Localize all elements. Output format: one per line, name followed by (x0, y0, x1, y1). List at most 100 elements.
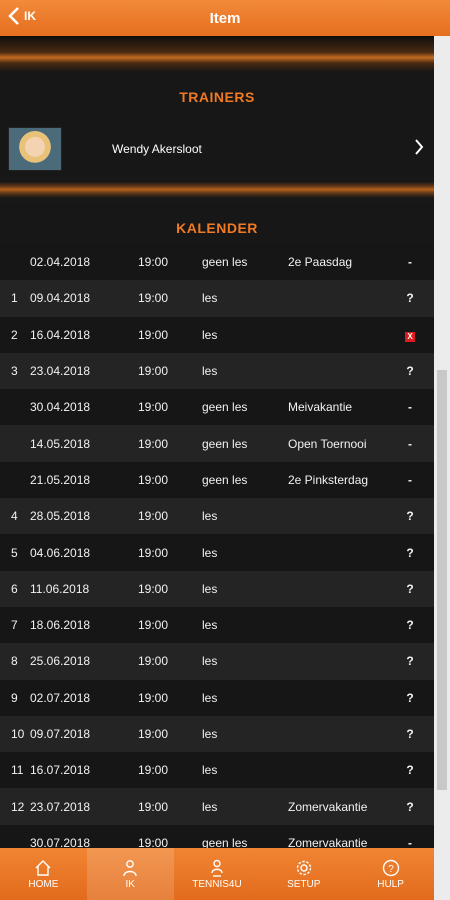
row-time: 19:00 (138, 654, 169, 669)
list-item[interactable]: 10 09.07.2018 19:00 les? (0, 715, 434, 753)
cancelled-mark: X (405, 331, 415, 342)
row-time: 19:00 (138, 763, 169, 778)
row-note: Open Toernooi (288, 436, 367, 451)
tab-ik[interactable]: IK (86, 848, 174, 900)
scrollbar[interactable] (434, 36, 450, 900)
attendance-status[interactable]: - (398, 437, 422, 451)
attendance-status[interactable]: ? (398, 727, 422, 741)
page-title: Item (209, 9, 241, 27)
tab-setup[interactable]: SETUP (260, 848, 347, 900)
back-button[interactable]: IK (8, 6, 36, 26)
list-item[interactable]: 5 04.06.2018 19:00 les? (0, 534, 434, 571)
row-date: 14.05.2018 (30, 436, 91, 451)
bottom-nav: HOME IK TENNIS4U SETUP ? HULP (0, 848, 434, 900)
attendance-status[interactable]: - (398, 255, 422, 269)
chevron-right-icon[interactable] (414, 138, 424, 156)
list-item[interactable]: 2 16.04.2018 19:00 les X (0, 316, 434, 353)
list-item[interactable]: 6 11.06.2018 19:00 les? (0, 570, 434, 607)
row-date: 30.07.2018 (30, 835, 91, 848)
attendance-status[interactable]: ? (398, 582, 422, 596)
row-time: 19:00 (138, 835, 169, 848)
back-label: IK (24, 9, 36, 23)
row-date: 04.06.2018 (30, 545, 91, 560)
row-status: les (202, 690, 218, 705)
list-item[interactable]: 11 16.07.2018 19:00 les? (0, 752, 434, 789)
tab-label: HULP (377, 878, 404, 890)
attendance-status[interactable]: - (398, 836, 422, 848)
row-number: 6 (11, 581, 18, 596)
row-date: 16.07.2018 (30, 763, 91, 778)
list-item[interactable]: 12 23.07.2018 19:00 les Zomervakantie? (0, 788, 434, 825)
row-time: 19:00 (138, 436, 169, 451)
row-status: geen les (202, 400, 248, 415)
row-number: 7 (11, 618, 18, 633)
scrollbar-thumb[interactable] (437, 370, 447, 790)
list-item[interactable]: 30.04.2018 19:00 geen les Meivakantie - (0, 389, 434, 426)
list-item[interactable]: 02.04.2018 19:00 geen les 2e Paasdag - (0, 244, 434, 281)
attendance-status[interactable]: ? (398, 509, 422, 523)
tab-home[interactable]: HOME (0, 848, 87, 900)
list-item[interactable]: 1 09.04.2018 19:00 les? (0, 280, 434, 317)
tab-label: TENNIS4U (192, 878, 242, 890)
list-item[interactable]: 9 02.07.2018 19:00 les? (0, 679, 434, 716)
row-date: 28.05.2018 (30, 509, 91, 524)
attendance-status[interactable]: ? (398, 546, 422, 560)
row-date: 09.04.2018 (30, 291, 91, 306)
row-date: 02.04.2018 (30, 255, 91, 270)
list-item[interactable]: 4 28.05.2018 19:00 les? (0, 498, 434, 535)
gear-icon (296, 860, 311, 875)
row-status: les (202, 581, 218, 596)
attendance-status[interactable]: - (398, 400, 422, 414)
trainer-name: Wendy Akersloot (112, 142, 202, 156)
row-date: 21.05.2018 (30, 472, 91, 487)
attendance-status[interactable]: ? (398, 800, 422, 814)
divider-band (0, 176, 434, 204)
row-status: les (202, 618, 218, 633)
trainers-title: TRAINERS (179, 89, 255, 105)
attendance-status[interactable]: ? (398, 364, 422, 378)
row-time: 19:00 (138, 690, 169, 705)
attendance-status[interactable]: ? (398, 654, 422, 668)
svg-text:?: ? (388, 864, 394, 875)
list-item[interactable]: 14.05.2018 19:00 geen les Open Toernooi - (0, 425, 434, 462)
kalender-list: 02.04.2018 19:00 geen les 2e Paasdag - 1 09.04… (0, 244, 434, 848)
row-date: 23.04.2018 (30, 364, 91, 379)
tab-label: HOME (28, 878, 59, 890)
row-time: 19:00 (138, 581, 169, 596)
row-time: 19:00 (138, 727, 169, 741)
row-status: geen les (202, 472, 248, 487)
tab-tennis4u[interactable]: TENNIS4U (174, 848, 261, 900)
row-status: les (202, 327, 218, 342)
row-number: 11 (11, 763, 24, 778)
row-date: 11.06.2018 (30, 581, 90, 596)
tab-hulp[interactable]: ? HULP (347, 848, 434, 900)
row-date: 16.04.2018 (30, 327, 91, 342)
row-date: 25.06.2018 (30, 654, 91, 669)
row-status: les (202, 509, 218, 524)
kalender-title: KALENDER (176, 220, 258, 236)
attendance-status[interactable]: - (398, 473, 422, 487)
trainer-item[interactable]: Wendy Akersloot (0, 122, 434, 176)
attendance-status[interactable]: ? (398, 291, 422, 305)
row-status: les (202, 727, 218, 741)
list-item[interactable]: 7 18.06.2018 19:00 les? (0, 606, 434, 644)
attendance-status[interactable]: ? (398, 691, 422, 705)
row-status: geen les (202, 436, 248, 451)
row-number: 12 (11, 799, 25, 814)
row-status: geen les (202, 255, 248, 270)
content-area[interactable]: TRAINERS Wendy Akersloot KALENDER 02.04.… (0, 36, 434, 848)
chevron-left-icon (8, 7, 19, 25)
row-time: 19:00 (138, 472, 169, 487)
attendance-status[interactable]: ? (398, 763, 422, 777)
row-number: 8 (11, 654, 18, 669)
row-number: 9 (11, 690, 18, 705)
row-status: les (202, 364, 218, 379)
row-note: Zomervakantie (288, 799, 368, 814)
list-item[interactable]: 3 23.04.2018 19:00 les? (0, 352, 434, 390)
cancelled-icon[interactable]: X (398, 328, 422, 342)
list-item[interactable]: 8 25.06.2018 19:00 les? (0, 643, 434, 680)
list-item[interactable]: 30.07.2018 19:00 geen les Zomervakantie - (0, 824, 434, 848)
attendance-status[interactable]: ? (398, 618, 422, 632)
home-icon (35, 859, 51, 876)
list-item[interactable]: 21.05.2018 19:00 geen les 2e Pinksterdag - (0, 461, 434, 499)
